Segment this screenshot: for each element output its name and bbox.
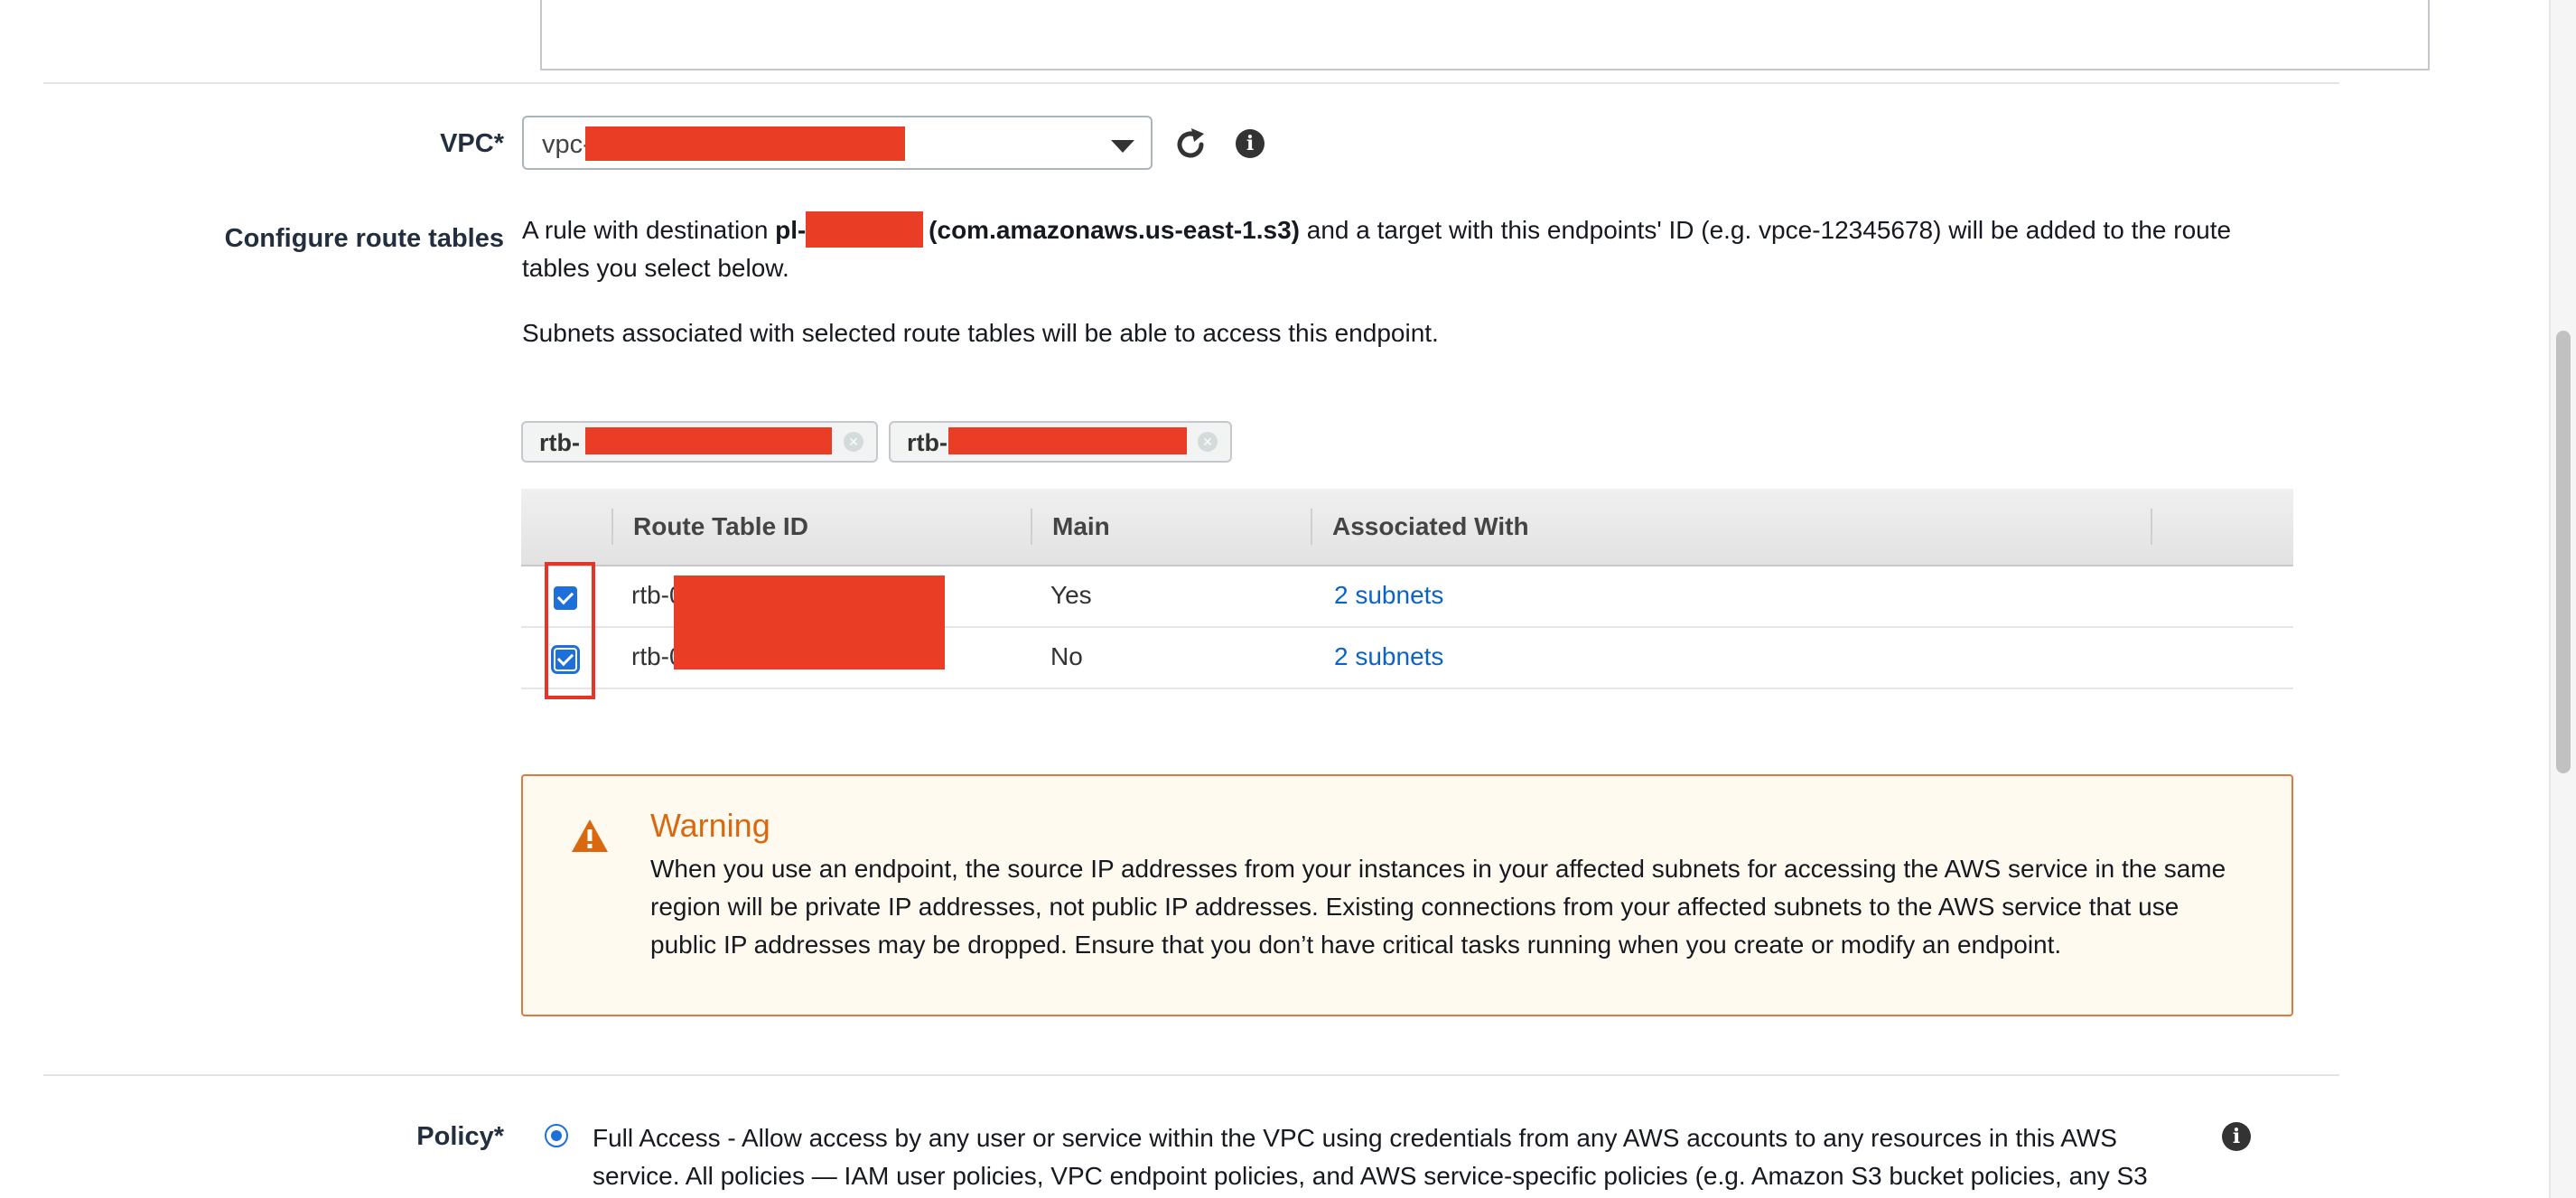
warning-alert: Warning When you use an endpoint, the so… [521, 774, 2293, 1016]
prefix-list-service: (com.amazonaws.us-east-1.s3) [921, 216, 1300, 244]
column-divider [611, 509, 613, 545]
description-textarea[interactable] [540, 0, 2430, 70]
rule-text-prefix: A rule with destination [522, 216, 776, 244]
associated-subnets-link[interactable]: 2 subnets [1334, 581, 1443, 610]
column-header-route-table-id[interactable]: Route Table ID [633, 512, 808, 541]
full-access-line2: service. All policies — IAM user policie… [593, 1162, 2148, 1190]
checkbox-highlight-box [545, 562, 595, 699]
column-divider [1031, 509, 1032, 545]
prefix-list-id: pl- [775, 216, 807, 244]
rule-text-line2: tables you select below. [522, 254, 789, 282]
redaction [948, 427, 1187, 454]
full-access-line1: Full Access - Allow access by any user o… [593, 1124, 2117, 1152]
column-divider [2151, 509, 2152, 545]
chevron-down-icon [1111, 140, 1134, 153]
section-divider [43, 1074, 2339, 1076]
vpc-select-value: vpc- [542, 130, 592, 159]
associated-subnets-link[interactable]: 2 subnets [1334, 642, 1443, 671]
warning-body: When you use an endpoint, the source IP … [650, 855, 2226, 959]
redaction [674, 576, 945, 669]
redaction [806, 211, 923, 248]
subnets-note: Subnets associated with selected route t… [522, 319, 1439, 347]
table-header: Route Table ID Main Associated With [521, 489, 2293, 566]
info-icon[interactable]: i [1236, 129, 1265, 158]
route-tables-label: Configure route tables [224, 224, 504, 253]
route-rule-text: A rule with destination pl- (com.amazona… [522, 211, 2329, 287]
vertical-scrollbar[interactable] [2549, 0, 2576, 1198]
full-access-radio[interactable] [545, 1124, 568, 1147]
token-label: rtb- [907, 429, 947, 456]
column-header-main[interactable]: Main [1052, 512, 1110, 541]
full-access-option[interactable]: Full Access - Allow access by any user o… [593, 1119, 2182, 1195]
redaction [585, 126, 905, 161]
column-divider [1311, 509, 1312, 545]
vpc-label: VPC* [440, 129, 504, 158]
main-value: Yes [1050, 581, 1092, 609]
remove-token-icon[interactable]: × [1198, 432, 1218, 452]
warning-icon [572, 819, 608, 852]
token-label: rtb- [539, 429, 580, 456]
remove-token-icon[interactable]: × [844, 432, 863, 452]
policy-info-icon[interactable]: i [2222, 1122, 2251, 1151]
refresh-icon[interactable] [1172, 126, 1209, 163]
warning-title: Warning [650, 807, 770, 844]
rule-text-suffix: and a target with this endpoints' ID (e.… [1299, 216, 2232, 244]
section-divider [43, 82, 2339, 84]
redaction [585, 427, 832, 454]
column-header-associated-with[interactable]: Associated With [1332, 512, 1529, 541]
main-value: No [1050, 642, 1083, 670]
scrollbar-thumb[interactable] [2556, 331, 2571, 773]
policy-label: Policy* [416, 1122, 504, 1151]
